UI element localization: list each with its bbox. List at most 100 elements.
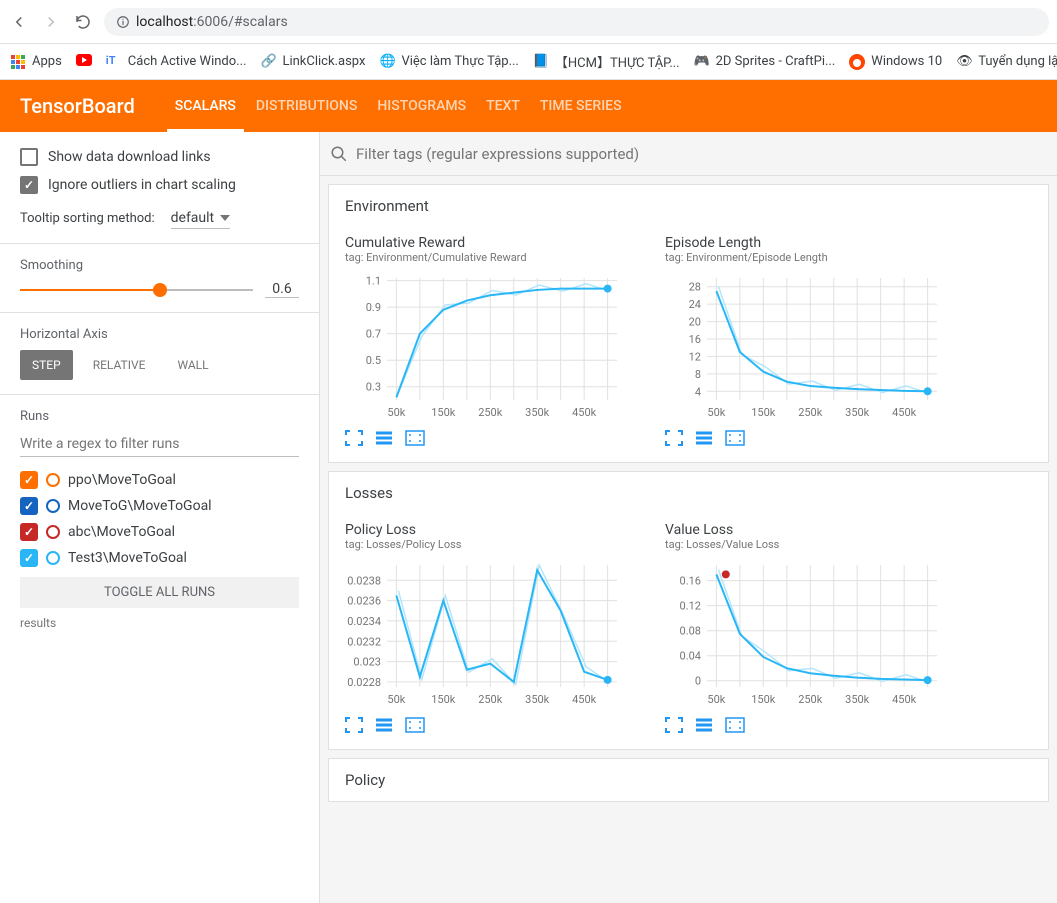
forward-button[interactable]: [40, 11, 62, 33]
run-item[interactable]: ppo\MoveToGoal: [20, 467, 299, 493]
list-icon[interactable]: [375, 430, 395, 446]
haxis-wall[interactable]: WALL: [165, 350, 220, 380]
list-icon[interactable]: [695, 717, 715, 733]
svg-text:50k: 50k: [387, 693, 405, 706]
tab-distributions[interactable]: DISTRIBUTIONS: [256, 80, 357, 132]
tab-text[interactable]: TEXT: [486, 80, 520, 132]
chevron-down-icon: [220, 215, 230, 221]
grid-icon[interactable]: [725, 430, 745, 446]
chart-plot[interactable]: 0.02280.0230.02320.02340.02360.023850k15…: [345, 557, 645, 711]
chart-card: Policy Loss tag: Losses/Policy Loss 0.02…: [345, 522, 645, 733]
tab-timeseries[interactable]: TIME SERIES: [540, 80, 622, 132]
chart-tag: tag: Environment/Cumulative Reward: [345, 251, 645, 264]
run-item[interactable]: abc\MoveToGoal: [20, 519, 299, 545]
bookmark-item[interactable]: 🌐Việc làm Thực Tập...: [379, 54, 518, 70]
reload-button[interactable]: [72, 11, 94, 33]
svg-text:0.0236: 0.0236: [347, 595, 381, 608]
svg-text:50k: 50k: [707, 693, 725, 706]
svg-text:0.12: 0.12: [680, 600, 701, 613]
tab-histograms[interactable]: HISTOGRAMS: [377, 80, 466, 132]
app-nav: SCALARS DISTRIBUTIONS HISTOGRAMS TEXT TI…: [175, 80, 622, 132]
chart-title: Value Loss: [665, 522, 965, 538]
svg-text:450k: 450k: [572, 406, 597, 419]
svg-text:350k: 350k: [525, 406, 550, 419]
bookmark-item[interactable]: 👁Tuyển dụng lập trìn...: [956, 54, 1057, 70]
grid-icon[interactable]: [405, 717, 425, 733]
svg-text:16: 16: [689, 333, 701, 346]
youtube-icon: [76, 54, 92, 70]
section-title[interactable]: Environment: [329, 185, 1048, 227]
runs-filter-input[interactable]: [20, 432, 299, 457]
back-button[interactable]: [8, 11, 30, 33]
bookmark-item[interactable]: [76, 54, 92, 70]
expand-icon[interactable]: [665, 717, 685, 733]
chart-tag: tag: Environment/Episode Length: [665, 251, 965, 264]
run-checkbox[interactable]: [20, 497, 38, 515]
chart-title: Episode Length: [665, 235, 965, 251]
bookmark-item[interactable]: 🎮2D Sprites - CraftPi...: [694, 54, 836, 70]
smoothing-slider[interactable]: [20, 289, 253, 291]
svg-text:0.7: 0.7: [366, 328, 381, 341]
haxis-relative[interactable]: RELATIVE: [81, 350, 158, 380]
tag-filter-placeholder: Filter tags (regular expressions support…: [356, 145, 639, 163]
tooltip-sort-dropdown[interactable]: default: [171, 208, 231, 229]
bookmark-item[interactable]: 📘【HCM】THỰC TẬP...: [533, 52, 680, 71]
svg-text:8: 8: [695, 368, 701, 381]
grid-icon[interactable]: [405, 430, 425, 446]
bookmark-item[interactable]: Apps: [10, 54, 62, 70]
svg-text:250k: 250k: [798, 693, 823, 706]
svg-text:0.08: 0.08: [680, 625, 701, 638]
info-icon: [116, 15, 130, 29]
chart-plot[interactable]: 48121620242850k150k250k350k450k: [665, 270, 965, 424]
show-download-checkbox[interactable]: [20, 148, 38, 166]
section-title[interactable]: Policy: [329, 759, 1048, 801]
run-color-circle[interactable]: [46, 473, 60, 487]
run-checkbox[interactable]: [20, 523, 38, 541]
expand-icon[interactable]: [345, 430, 365, 446]
svg-text:250k: 250k: [478, 406, 503, 419]
run-checkbox[interactable]: [20, 549, 38, 567]
svg-text:0.04: 0.04: [680, 650, 701, 663]
run-color-circle[interactable]: [46, 525, 60, 539]
tuyen-icon: 👁: [956, 54, 972, 70]
chart-card: Episode Length tag: Environment/Episode …: [665, 235, 965, 446]
globe-icon: 🌐: [379, 54, 395, 70]
bookmark-item[interactable]: iTCách Active Windo...: [106, 54, 247, 70]
run-item[interactable]: MoveToG\MoveToGoal: [20, 493, 299, 519]
url-host: localhost: [136, 14, 193, 30]
it-icon: iT: [106, 54, 122, 70]
content-area: Filter tags (regular expressions support…: [320, 132, 1057, 903]
bookmarks-bar: Apps iTCách Active Windo... 🔗LinkClick.a…: [0, 44, 1057, 80]
run-item[interactable]: Test3\MoveToGoal: [20, 545, 299, 571]
ignore-outliers-checkbox[interactable]: [20, 176, 38, 194]
chart-plot[interactable]: 0.30.50.70.91.150k150k250k350k450k: [345, 270, 645, 424]
list-icon[interactable]: [695, 430, 715, 446]
haxis-step[interactable]: STEP: [20, 350, 73, 380]
chart-plot[interactable]: 00.040.080.120.1650k150k250k350k450k: [665, 557, 965, 711]
smoothing-value[interactable]: 0.6: [265, 281, 299, 298]
bookmark-item[interactable]: Windows 10: [849, 54, 942, 70]
link-icon: 🔗: [260, 54, 276, 70]
run-color-circle[interactable]: [46, 551, 60, 565]
url-bar[interactable]: localhost:6006/#scalars: [104, 8, 1049, 36]
section: Policy: [328, 758, 1049, 802]
bookmark-item[interactable]: 🔗LinkClick.aspx: [260, 54, 365, 70]
expand-icon[interactable]: [665, 430, 685, 446]
browser-toolbar: localhost:6006/#scalars: [0, 0, 1057, 44]
svg-text:24: 24: [689, 298, 701, 311]
run-checkbox[interactable]: [20, 471, 38, 489]
tab-scalars[interactable]: SCALARS: [175, 80, 236, 132]
section-title[interactable]: Losses: [329, 472, 1048, 514]
svg-text:150k: 150k: [431, 406, 456, 419]
tag-filter-bar[interactable]: Filter tags (regular expressions support…: [320, 132, 1057, 176]
section: Losses Policy Loss tag: Losses/Policy Lo…: [328, 471, 1049, 750]
svg-text:0: 0: [695, 675, 701, 688]
run-name: abc\MoveToGoal: [68, 524, 175, 540]
grid-icon[interactable]: [725, 717, 745, 733]
svg-text:0.0228: 0.0228: [347, 676, 381, 689]
run-color-circle[interactable]: [46, 499, 60, 513]
haxis-label: Horizontal Axis: [20, 327, 299, 342]
toggle-all-runs-button[interactable]: TOGGLE ALL RUNS: [20, 577, 299, 608]
expand-icon[interactable]: [345, 717, 365, 733]
list-icon[interactable]: [375, 717, 395, 733]
